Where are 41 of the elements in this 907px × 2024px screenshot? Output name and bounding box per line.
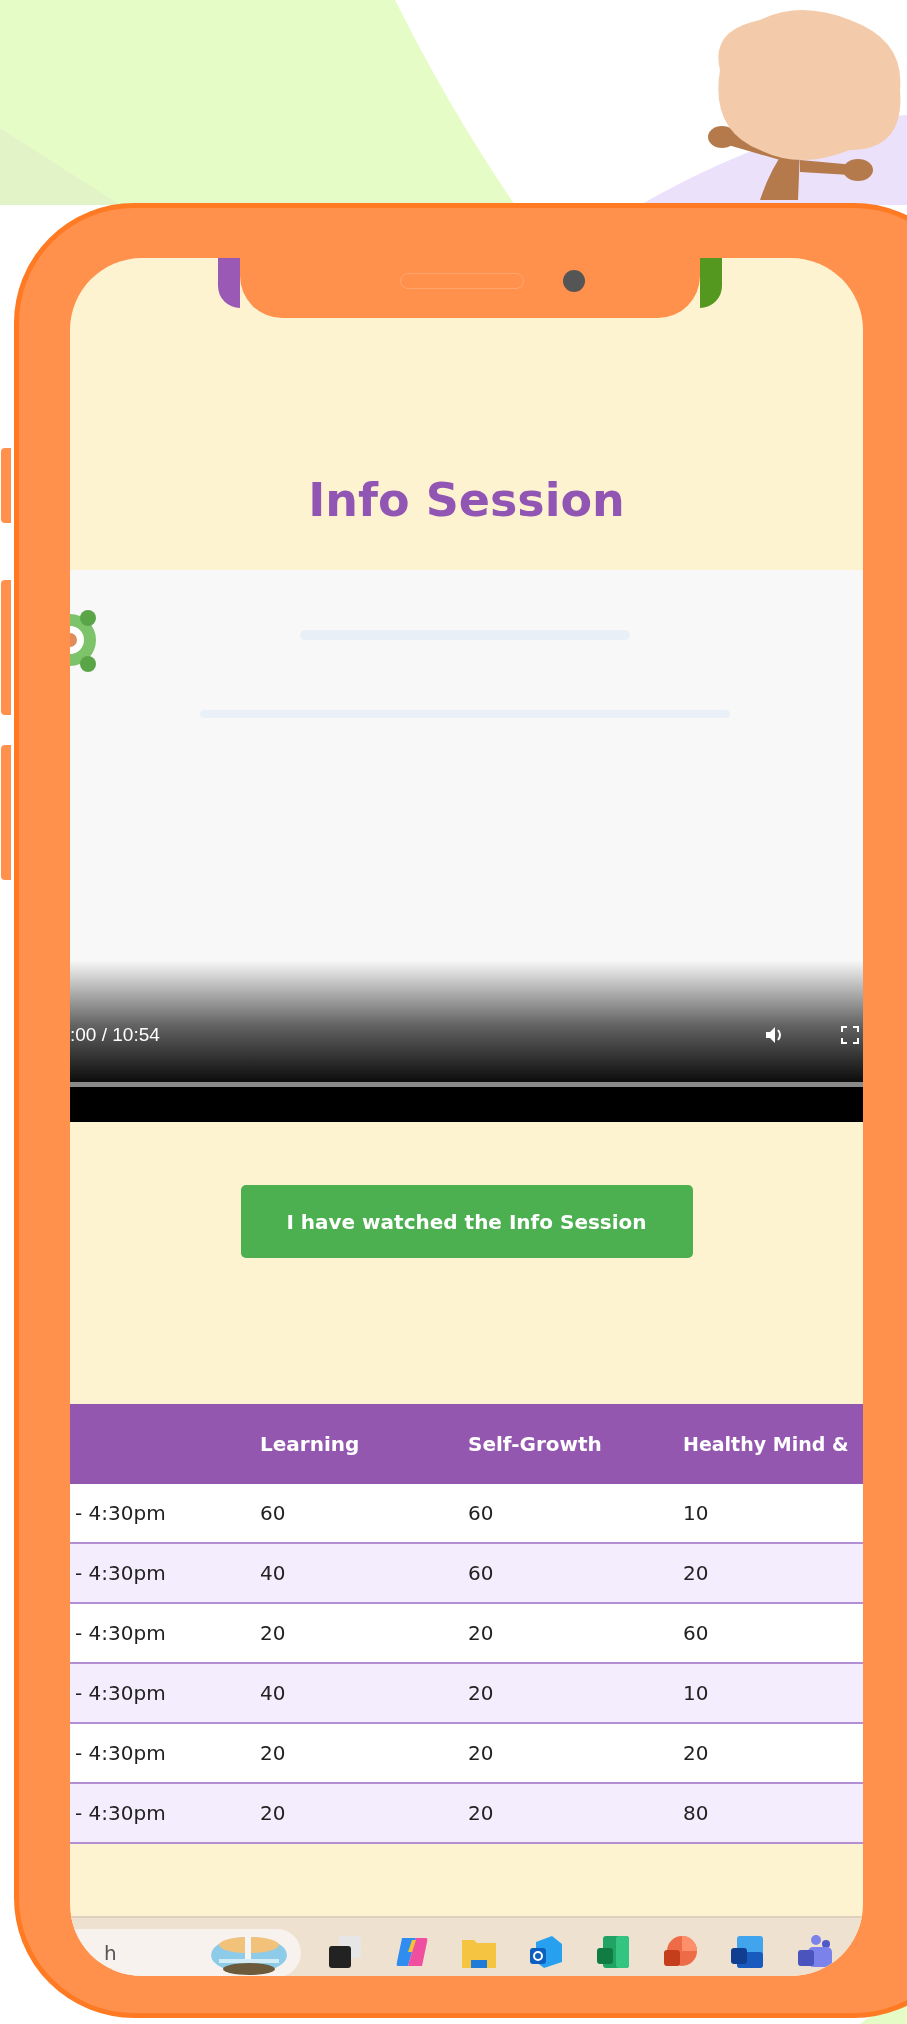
video-time: :00 / 10:54 bbox=[70, 1024, 160, 1046]
column-header: Healthy Mind & bbox=[683, 1433, 850, 1455]
table-cell-text: 20 bbox=[260, 1621, 287, 1645]
spreadsheet-icon[interactable] bbox=[595, 1934, 631, 1970]
table-cell-text: 60 bbox=[468, 1501, 495, 1525]
table-cell-text: 60 bbox=[468, 1561, 495, 1585]
window-icon[interactable] bbox=[327, 1934, 363, 1970]
column-header: Self-Growth bbox=[468, 1432, 603, 1456]
table-cell-text: 20 bbox=[468, 1801, 495, 1825]
fullscreen-icon[interactable] bbox=[841, 1026, 859, 1044]
table-cell-text: - 4:30pm bbox=[74, 1801, 167, 1825]
table-cell-text: 80 bbox=[683, 1801, 710, 1825]
camera-dot bbox=[563, 270, 585, 292]
table-cell-text: 60 bbox=[260, 1501, 287, 1525]
table-cell-text: - 4:30pm bbox=[74, 1681, 167, 1705]
nav-button[interactable] bbox=[700, 258, 722, 308]
table-cell-text: 20 bbox=[683, 1741, 710, 1765]
table-cell-text: - 4:30pm bbox=[74, 1621, 167, 1645]
table-cell-text: 60 bbox=[683, 1621, 710, 1645]
section-title: Info Session bbox=[308, 472, 625, 529]
mail-icon[interactable] bbox=[528, 1934, 564, 1970]
table-cell-text: 10 bbox=[683, 1681, 710, 1705]
column-header: Learning bbox=[260, 1432, 361, 1456]
table-cell-text: 40 bbox=[260, 1681, 287, 1705]
table-cell-text: - 4:30pm bbox=[74, 1561, 167, 1585]
table-cell-text: 20 bbox=[468, 1621, 495, 1645]
progress-track[interactable] bbox=[70, 1082, 863, 1087]
table-cell-text: 20 bbox=[468, 1741, 495, 1765]
table-cell-text: 20 bbox=[683, 1561, 710, 1585]
document-icon[interactable] bbox=[729, 1934, 765, 1970]
people-icon[interactable] bbox=[796, 1934, 832, 1970]
table-cell-text: 20 bbox=[260, 1741, 287, 1765]
table-cell-text: - 4:30pm bbox=[74, 1501, 167, 1525]
table-cell-text: 20 bbox=[468, 1681, 495, 1705]
nav-button[interactable] bbox=[218, 258, 240, 308]
table-cell-text: 40 bbox=[260, 1561, 287, 1585]
table-cell-text: - 4:30pm bbox=[74, 1741, 167, 1765]
search-field[interactable]: h bbox=[104, 1941, 174, 1965]
watched-button[interactable]: I have watched the Info Session bbox=[240, 1185, 693, 1258]
table-cell-text: 10 bbox=[683, 1501, 710, 1525]
table-cell-text: 20 bbox=[260, 1801, 287, 1825]
